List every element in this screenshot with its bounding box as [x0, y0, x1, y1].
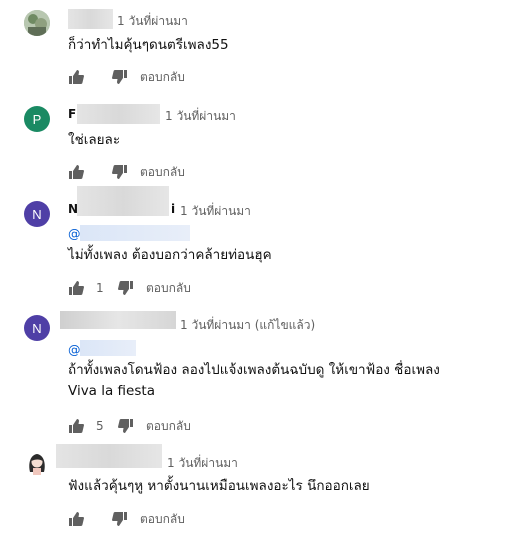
reply-button[interactable]: ตอบกลับ — [146, 417, 191, 436]
thumbs-down-icon[interactable] — [118, 280, 134, 296]
reply-button[interactable]: ตอบกลับ — [140, 68, 185, 87]
thumbs-down-icon[interactable] — [118, 418, 134, 434]
reply-button[interactable]: ตอบกลับ — [140, 510, 185, 529]
avatar-letter: P — [32, 111, 42, 127]
thumbs-down-icon[interactable] — [112, 511, 128, 527]
comment-actions: ตอบกลับ — [68, 509, 185, 529]
avatar[interactable]: N — [24, 201, 50, 227]
author-name-redacted[interactable] — [60, 311, 176, 329]
author-name-redacted[interactable] — [77, 186, 169, 216]
mention-link[interactable]: @ — [68, 342, 81, 357]
thumbs-up-icon[interactable] — [68, 164, 84, 180]
timestamp[interactable]: 1 วันที่ผ่านมา — [167, 454, 238, 473]
comment-3: N N i 1 วันที่ผ่านมา @ ไม่ทั้งเพลง ต้องบ… — [0, 186, 517, 306]
thumbs-up-icon[interactable] — [68, 418, 84, 434]
mention-redacted[interactable] — [80, 225, 190, 241]
drawn-avatar-icon — [24, 450, 50, 476]
reply-button[interactable]: ตอบกลับ — [146, 279, 191, 298]
like-count: 5 — [96, 419, 104, 433]
avatar-letter: N — [32, 206, 42, 222]
profile-photo-icon — [24, 10, 50, 36]
comment-actions: 1 ตอบกลับ — [68, 278, 191, 298]
timestamp[interactable]: 1 วันที่ผ่านมา — [165, 107, 236, 126]
comment-text: ฟังแล้วคุ้นๆหู หาตั้งนานเหมือนเพลงอะไร น… — [68, 478, 370, 494]
reply-button[interactable]: ตอบกลับ — [140, 163, 185, 182]
comment-text: ใช่เลยละ — [68, 132, 121, 148]
avatar-letter: N — [32, 320, 42, 336]
comment-4: N 1 วันที่ผ่านมา (แก้ไขแล้ว) @ ถ้าทั้งเพ… — [0, 306, 517, 440]
comment-text: ไม่ทั้งเพลง ต้องบอกว่าคล้ายท่อนฮุค — [68, 247, 272, 263]
mention-link[interactable]: @ — [68, 226, 81, 241]
thumbs-down-icon[interactable] — [112, 164, 128, 180]
comment-actions: ตอบกลับ — [68, 162, 185, 182]
author-name-redacted[interactable] — [56, 444, 162, 468]
thumbs-down-icon[interactable] — [112, 69, 128, 85]
comment-2: P F 1 วันที่ผ่านมา ใช่เลยละ ตอบกลับ — [0, 95, 517, 190]
like-count: 1 — [96, 281, 104, 295]
author-name[interactable]: F — [68, 107, 76, 121]
thumbs-up-icon[interactable] — [68, 69, 84, 85]
avatar[interactable] — [24, 450, 50, 476]
timestamp[interactable]: 1 วันที่ผ่านมา — [180, 202, 251, 221]
comment-1: 1 วันที่ผ่านมา ก็ว่าทำไมคุ้นๆดนตรีเพลง55… — [0, 0, 517, 95]
timestamp[interactable]: 1 วันที่ผ่านมา — [117, 12, 188, 31]
comment-text: ถ้าทั้งเพลงโดนฟ้อง ลองไปแจ้งเพลงต้นฉบับด… — [68, 362, 440, 399]
timestamp[interactable]: 1 วันที่ผ่านมา (แก้ไขแล้ว) — [180, 316, 315, 335]
avatar[interactable] — [24, 10, 50, 36]
mention-redacted[interactable] — [80, 340, 136, 356]
thumbs-up-icon[interactable] — [68, 280, 84, 296]
author-name-tail[interactable]: i — [171, 202, 175, 216]
comment-actions: 5 ตอบกลับ — [68, 416, 191, 436]
author-name-redacted[interactable] — [77, 104, 160, 124]
comment-actions: ตอบกลับ — [68, 67, 185, 87]
thumbs-up-icon[interactable] — [68, 511, 84, 527]
avatar[interactable]: N — [24, 315, 50, 341]
author-name-redacted[interactable] — [68, 9, 113, 29]
avatar[interactable]: P — [24, 106, 50, 132]
comment-5: 1 วันที่ผ่านมา ฟังแล้วคุ้นๆหู หาตั้งนานเ… — [0, 440, 517, 534]
comment-text: ก็ว่าทำไมคุ้นๆดนตรีเพลง55 — [68, 37, 229, 53]
